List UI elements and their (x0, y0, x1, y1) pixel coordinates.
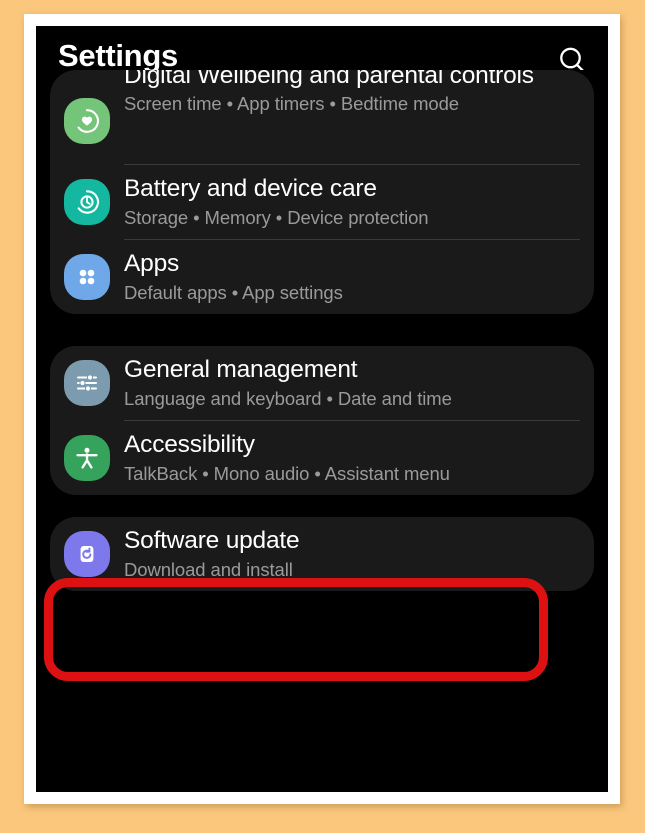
list-item-text: General management Language and keyboard… (124, 347, 580, 419)
list-item-general-management[interactable]: General management Language and keyboard… (50, 346, 594, 420)
apps-icon (64, 254, 110, 300)
list-item-title: General management (124, 356, 358, 384)
battery-device-care-icon (64, 179, 110, 225)
list-item-text: Digital Wellbeing and parental controls … (124, 70, 580, 125)
list-item-apps[interactable]: Apps Default apps • App settings (50, 240, 594, 314)
list-item-title: Battery and device care (124, 175, 377, 203)
section-gap (36, 495, 608, 517)
settings-card-2: General management Language and keyboard… (50, 346, 594, 495)
list-item-digital-wellbeing[interactable]: Digital Wellbeing and parental controls … (50, 70, 594, 164)
list-item-battery-and-device-care[interactable]: Battery and device care Storage • Memory… (50, 165, 594, 239)
list-item-title: Software update (124, 527, 300, 555)
list-item-title: Accessibility (124, 431, 255, 459)
list-item-title: Apps (124, 250, 180, 278)
phone-screen: Settings Digital Wellbeing and parental … (36, 26, 608, 792)
list-item-title: Digital Wellbeing and parental controls (124, 70, 534, 89)
page-title: Settings (58, 38, 178, 73)
list-item-text: Software update Download and install (124, 518, 580, 590)
list-item-software-update[interactable]: Software update Download and install (50, 517, 594, 591)
general-management-icon (64, 360, 110, 406)
list-item-subtitle: Storage • Memory • Device protection (124, 206, 429, 228)
software-update-icon (64, 531, 110, 577)
list-item-subtitle: Default apps • App settings (124, 281, 343, 303)
section-gap (36, 314, 608, 346)
annotated-screenshot: Settings Digital Wellbeing and parental … (0, 0, 645, 833)
settings-card-1: Digital Wellbeing and parental controls … (50, 70, 594, 314)
settings-card-3: Software update Download and install (50, 517, 594, 591)
list-item-accessibility[interactable]: Accessibility TalkBack • Mono audio • As… (50, 421, 594, 495)
list-item-subtitle: Download and install (124, 558, 293, 580)
digital-wellbeing-icon (64, 98, 110, 144)
list-item-text: Apps Default apps • App settings (124, 241, 580, 313)
settings-list[interactable]: Digital Wellbeing and parental controls … (36, 70, 608, 591)
list-item-subtitle: Language and keyboard • Date and time (124, 387, 452, 409)
list-item-text: Battery and device care Storage • Memory… (124, 166, 580, 238)
accessibility-icon (64, 435, 110, 481)
list-item-text: Accessibility TalkBack • Mono audio • As… (124, 422, 580, 494)
annotation-highlight-accessibility (44, 578, 548, 681)
list-item-subtitle: TalkBack • Mono audio • Assistant menu (124, 462, 450, 484)
list-item-subtitle: Screen time • App timers • Bedtime mode (124, 93, 459, 115)
